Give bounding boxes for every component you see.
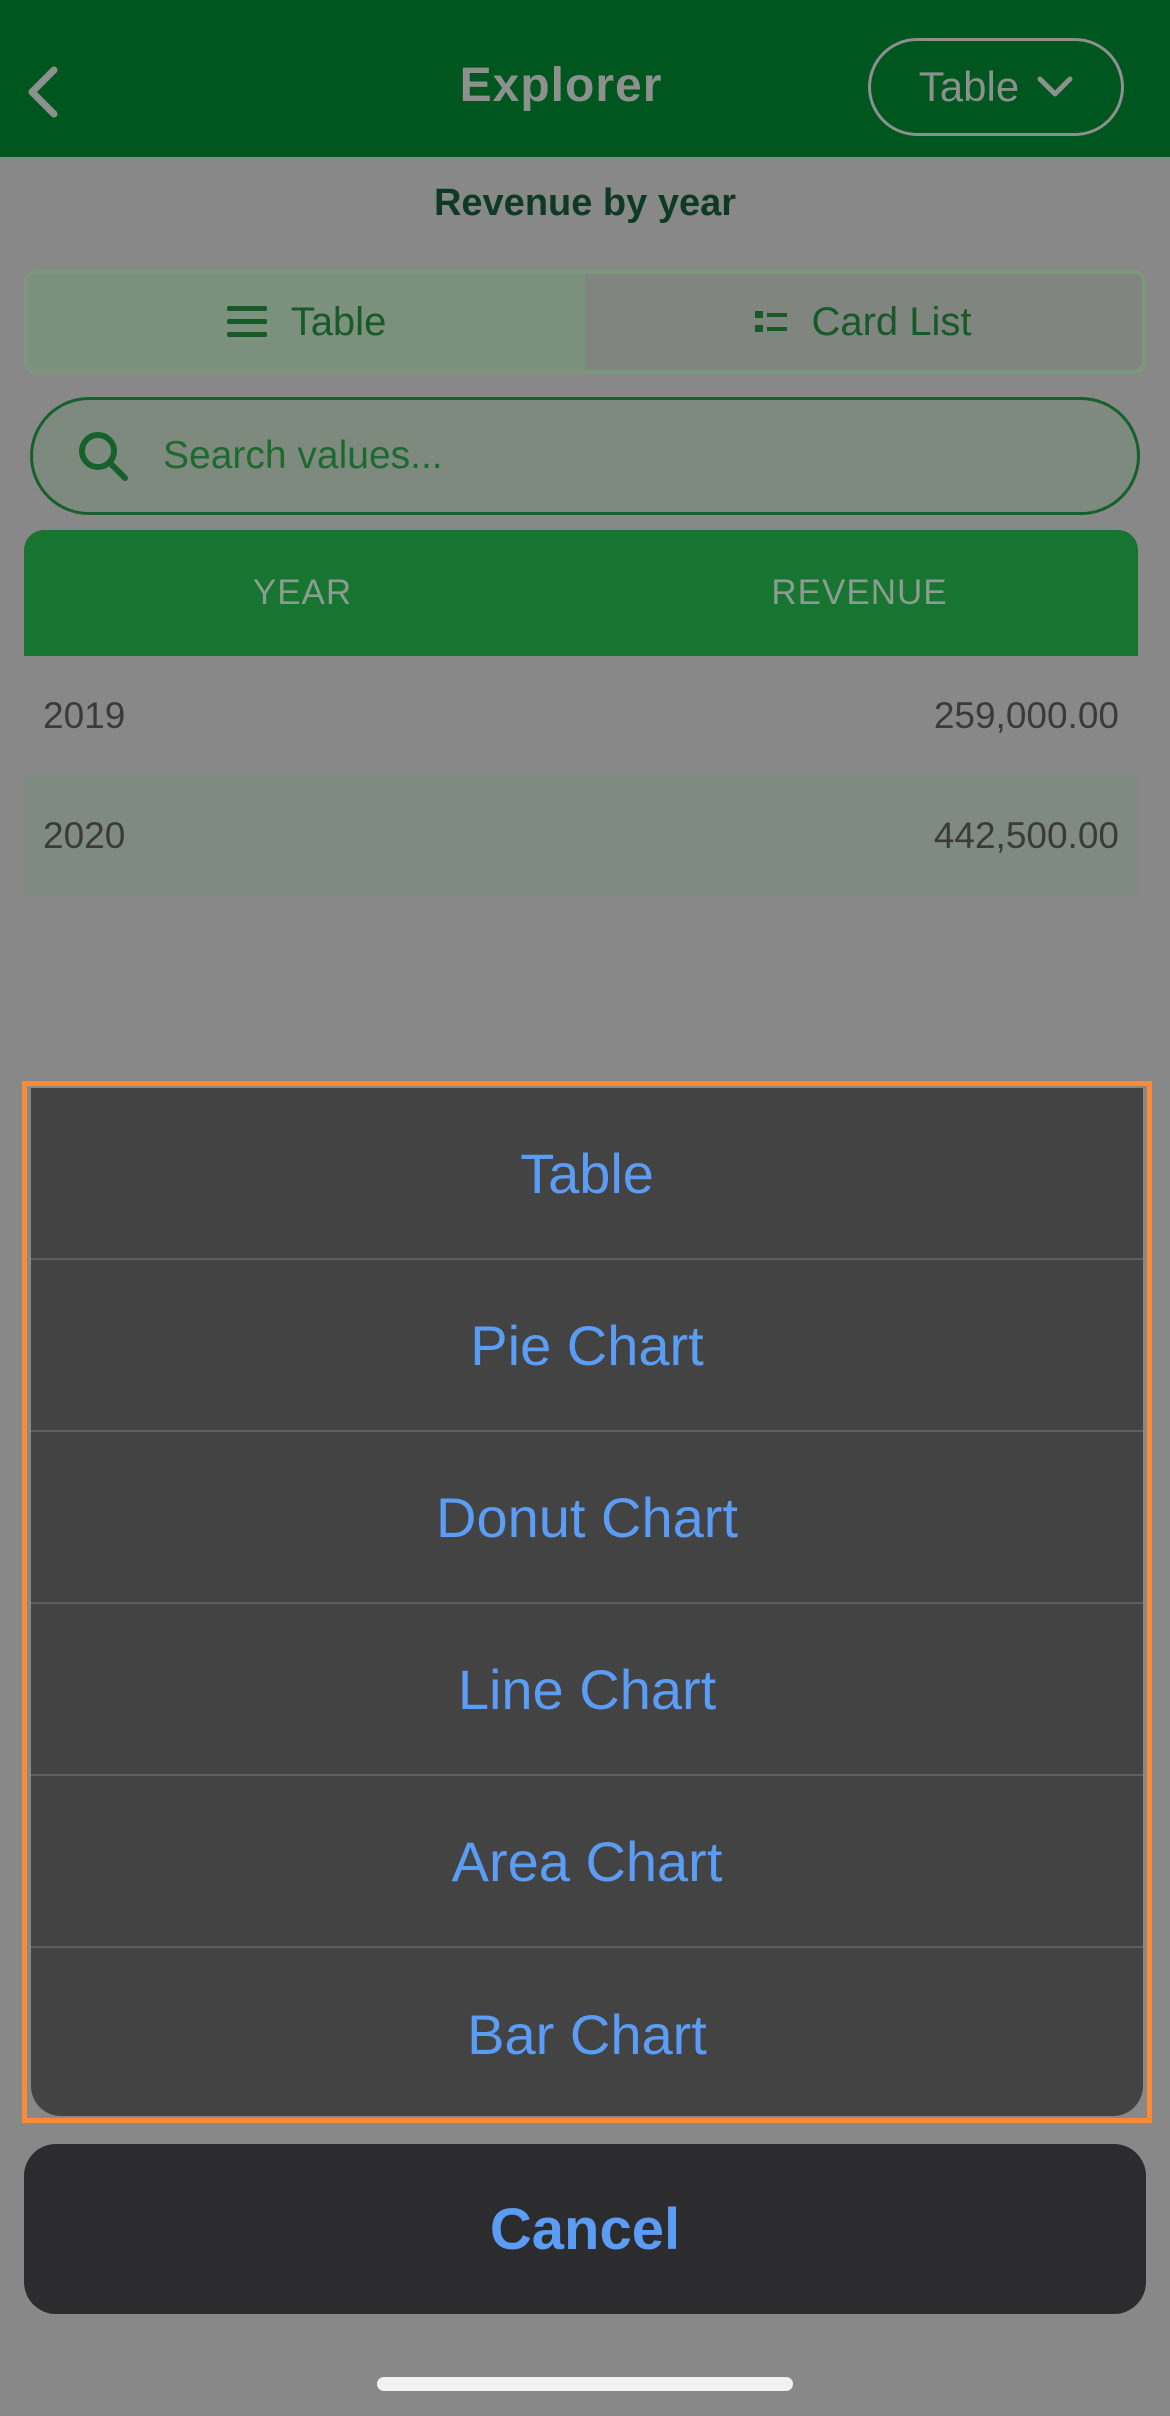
chevron-down-icon — [1037, 76, 1073, 97]
segment-card-list-label: Card List — [811, 299, 972, 344]
table-row[interactable]: 2019 259,000.00 — [24, 656, 1138, 776]
chart-type-action-sheet: Table Pie Chart Donut Chart Line Chart A… — [31, 1088, 1143, 2116]
home-indicator — [377, 2377, 793, 2391]
cell-year: 2020 — [43, 815, 126, 856]
table-header: YEAR REVENUE — [24, 530, 1138, 656]
column-header-revenue[interactable]: REVENUE — [581, 573, 1138, 613]
list-icon — [226, 306, 267, 337]
option-bar-chart[interactable]: Bar Chart — [31, 1948, 1143, 2116]
cell-revenue: 442,500.00 — [933, 815, 1119, 856]
revenue-table: YEAR REVENUE 2019 259,000.00 2020 442,50… — [24, 530, 1138, 896]
page-title: Revenue by year — [433, 182, 737, 224]
option-pie-chart[interactable]: Pie Chart — [31, 1260, 1143, 1432]
nav-header: Explorer Table — [0, 0, 1170, 157]
segment-table-label: Table — [290, 299, 387, 344]
search-icon — [79, 432, 128, 481]
view-type-dropdown[interactable]: Table — [868, 38, 1124, 136]
segment-card-list[interactable]: Card List — [585, 274, 1142, 370]
option-area-chart[interactable]: Area Chart — [31, 1776, 1143, 1948]
view-type-dropdown-label: Table — [918, 63, 1020, 110]
search-input[interactable]: Search values... — [30, 397, 1140, 515]
cell-year: 2019 — [43, 695, 126, 736]
search-placeholder: Search values... — [163, 434, 443, 477]
card-list-icon — [755, 311, 788, 332]
table-row[interactable]: 2020 442,500.00 — [24, 776, 1138, 896]
segment-table[interactable]: Table — [28, 274, 585, 370]
option-donut-chart[interactable]: Donut Chart — [31, 1432, 1143, 1604]
view-mode-segmented-control: Table Card List — [24, 270, 1146, 374]
option-table[interactable]: Table — [31, 1088, 1143, 1260]
cancel-button[interactable]: Cancel — [24, 2144, 1146, 2314]
column-header-year[interactable]: YEAR — [24, 573, 581, 613]
option-line-chart[interactable]: Line Chart — [31, 1604, 1143, 1776]
cell-revenue: 259,000.00 — [933, 695, 1119, 736]
